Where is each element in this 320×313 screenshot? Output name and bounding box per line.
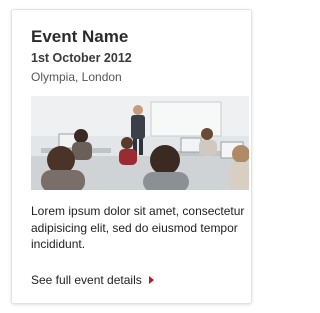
event-date: 1st October 2012 xyxy=(31,51,132,65)
event-description: Lorem ipsum dolor sit amet, consectetur … xyxy=(31,204,245,251)
event-title: Event Name xyxy=(31,27,129,46)
event-card: Event Name 1st October 2012 Olympia, Lon… xyxy=(11,9,252,304)
event-photo xyxy=(31,96,249,190)
event-venue: Olympia, London xyxy=(31,70,122,84)
see-full-event-details-label: See full event details xyxy=(31,273,142,287)
caret-right-icon xyxy=(148,276,154,284)
see-full-event-details-link[interactable]: See full event details xyxy=(31,273,154,287)
